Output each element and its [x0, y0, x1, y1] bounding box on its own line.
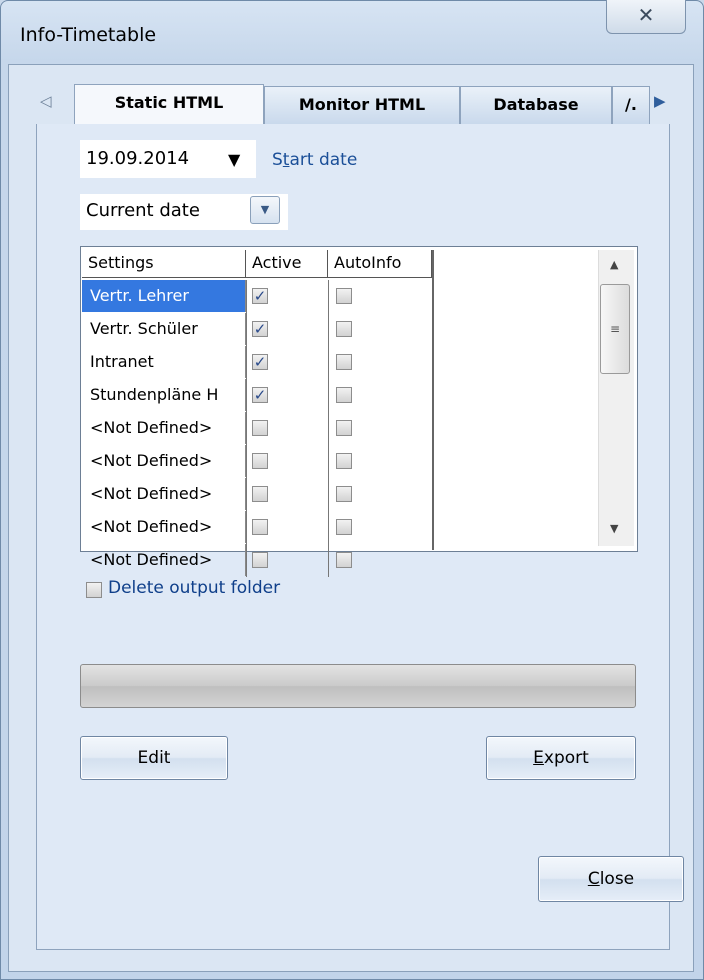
column-header-active[interactable]: Active: [246, 250, 328, 278]
grid-cell-divider: [328, 412, 329, 445]
tab-database[interactable]: Database: [460, 86, 612, 124]
autoinfo-checkbox[interactable]: [336, 453, 352, 469]
export-accelerator: E: [533, 748, 544, 768]
active-checkbox[interactable]: ✓: [252, 321, 268, 337]
grid-cell-divider: [328, 511, 329, 544]
grid-cell-divider: [328, 379, 329, 412]
start-date-rest: art date: [289, 150, 358, 170]
close-accelerator: C: [587, 869, 600, 889]
grid-cell-divider: [246, 412, 247, 445]
grid-cell-divider: [246, 313, 247, 346]
export-button[interactable]: Export: [486, 736, 636, 780]
grid-cell-divider: [246, 280, 247, 313]
active-checkbox[interactable]: [252, 486, 268, 502]
grid-row-settings-cell[interactable]: Intranet: [82, 346, 246, 378]
grid-row-settings-cell[interactable]: Stundenpläne H: [82, 379, 246, 411]
autoinfo-checkbox[interactable]: [336, 387, 352, 403]
close-label-rest: lose: [599, 869, 635, 889]
grid-cell-divider: [328, 280, 329, 313]
grid-row-settings-cell[interactable]: <Not Defined>: [82, 412, 246, 444]
grid-cell-divider: [328, 544, 329, 577]
start-date-first: S: [272, 150, 283, 170]
dropdown-arrow-icon[interactable]: ▼: [250, 196, 280, 224]
date-value: 19.09.2014: [86, 148, 190, 169]
window-title: Info-Timetable: [20, 24, 157, 46]
edit-button[interactable]: Edit: [80, 736, 228, 780]
delete-output-label[interactable]: Delete output folder: [108, 578, 280, 598]
grid-row-settings-cell[interactable]: <Not Defined>: [82, 511, 246, 543]
grid-row-settings-cell[interactable]: <Not Defined>: [82, 445, 246, 477]
autoinfo-checkbox[interactable]: [336, 552, 352, 568]
active-checkbox[interactable]: [252, 420, 268, 436]
progress-bar: [80, 664, 636, 708]
active-checkbox[interactable]: ✓: [252, 354, 268, 370]
delete-output-checkbox[interactable]: [86, 582, 102, 598]
scroll-down-icon[interactable]: ▼: [610, 522, 618, 535]
chevron-down-icon[interactable]: ▼: [228, 150, 240, 169]
autoinfo-checkbox[interactable]: [336, 420, 352, 436]
window-close-button[interactable]: ✕: [606, 0, 686, 34]
autoinfo-checkbox[interactable]: [336, 486, 352, 502]
active-checkbox[interactable]: [252, 552, 268, 568]
grid-cell-divider: [246, 544, 247, 577]
autoinfo-checkbox[interactable]: [336, 321, 352, 337]
grid-cell-divider: [246, 445, 247, 478]
active-checkbox[interactable]: ✓: [252, 288, 268, 304]
grid-cell-divider: [246, 346, 247, 379]
grid-cell-divider: [246, 379, 247, 412]
column-header-autoinfo[interactable]: AutoInfo: [328, 250, 432, 278]
grid-cell-divider: [328, 346, 329, 379]
autoinfo-checkbox[interactable]: [336, 288, 352, 304]
grid-cell-divider: [328, 313, 329, 346]
active-checkbox[interactable]: [252, 453, 268, 469]
grid-cell-divider: [246, 511, 247, 544]
autoinfo-checkbox[interactable]: [336, 519, 352, 535]
current-date-value: Current date: [86, 200, 200, 221]
tab-scroll-left-icon[interactable]: ◁: [40, 92, 52, 110]
export-label-rest: xport: [543, 748, 589, 768]
grid-cell-divider: [246, 478, 247, 511]
grid-row-settings-cell[interactable]: Vertr. Lehrer: [82, 280, 246, 312]
active-checkbox[interactable]: [252, 519, 268, 535]
autoinfo-checkbox[interactable]: [336, 354, 352, 370]
tab-scroll-right-icon[interactable]: ▶: [654, 92, 666, 110]
tab-static-html[interactable]: Static HTML: [74, 84, 264, 124]
grid-row-settings-cell[interactable]: <Not Defined>: [82, 544, 246, 576]
scroll-up-icon[interactable]: ▲: [610, 258, 618, 271]
column-header-settings[interactable]: Settings: [82, 250, 246, 278]
grid-row-settings-cell[interactable]: <Not Defined>: [82, 478, 246, 510]
grid-cell-divider: [328, 478, 329, 511]
tab-monitor-html[interactable]: Monitor HTML: [264, 86, 460, 124]
start-date-label: Start date: [272, 150, 357, 170]
active-checkbox[interactable]: ✓: [252, 387, 268, 403]
tab-truncated[interactable]: /.: [612, 86, 650, 124]
grid-row-settings-cell[interactable]: Vertr. Schüler: [82, 313, 246, 345]
grid-column-divider: [432, 250, 434, 550]
close-button[interactable]: Close: [538, 856, 684, 902]
grid-cell-divider: [328, 445, 329, 478]
scrollbar-thumb[interactable]: ≡: [600, 284, 630, 374]
